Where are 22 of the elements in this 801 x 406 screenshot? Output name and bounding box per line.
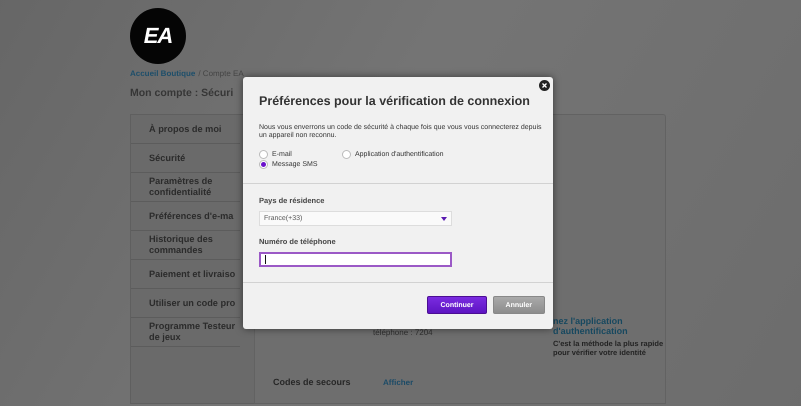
close-button[interactable] bbox=[539, 80, 550, 91]
logo[interactable]: EA bbox=[130, 8, 186, 64]
radio-button[interactable] bbox=[259, 150, 268, 159]
backup-codes-label: Codes de secours bbox=[273, 377, 352, 387]
sidebar-item[interactable]: Paramètres de confidentialité bbox=[131, 173, 240, 202]
sidebar-item[interactable]: Sécurité bbox=[131, 144, 240, 173]
breadcrumb-link[interactable]: Accueil Boutique bbox=[130, 69, 196, 78]
sidebar-item[interactable]: Préférences d'e-ma bbox=[131, 202, 240, 231]
radio-button[interactable] bbox=[259, 160, 268, 169]
phone-input[interactable] bbox=[259, 252, 452, 267]
phone-text: téléphone : 7204 bbox=[373, 328, 434, 337]
close-icon bbox=[541, 82, 548, 89]
auth-app-link[interactable]: nez l'application d'authentification bbox=[553, 316, 653, 336]
sidebar-item[interactable]: À propos de moi bbox=[131, 115, 240, 144]
sidebar-item[interactable]: Programme Testeur de jeux bbox=[131, 318, 240, 347]
sidebar-item[interactable]: Utiliser un code pro bbox=[131, 289, 240, 318]
dialog-title: Préférences pour la vérification de connexion bbox=[259, 94, 531, 108]
dropdown-caret-icon bbox=[441, 216, 447, 220]
sidebar-item[interactable]: Historique des commandes bbox=[131, 231, 240, 260]
radio-button[interactable] bbox=[342, 150, 351, 159]
sidebar-item[interactable]: Paiement et livraiso bbox=[131, 260, 240, 289]
show-link[interactable]: Afficher bbox=[383, 378, 414, 386]
